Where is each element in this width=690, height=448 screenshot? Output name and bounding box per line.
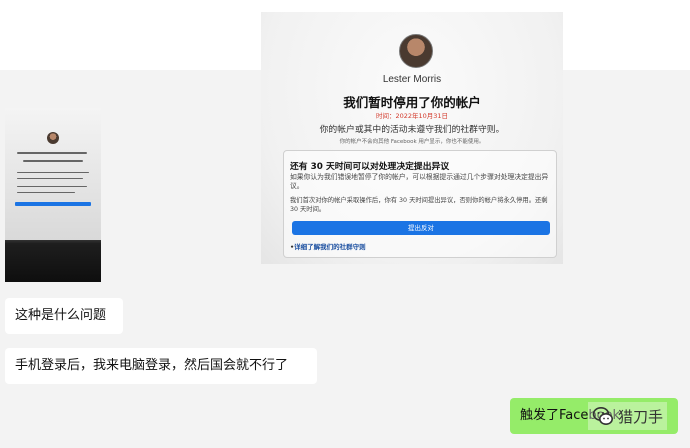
appeal-paragraph-1: 如果你认为我们错误地暂停了你的帐户，可以根据提示通过几个步骤对处理决定提出异议。 — [290, 173, 549, 190]
appeal-title: 还有 30 天时间可以对处理决定提出异议 — [290, 162, 450, 172]
suspension-date: 时间：2022年10月31日 — [375, 112, 449, 120]
suspension-heading: 我们暂时停用了你的帐户 — [343, 95, 481, 110]
thumbnail-appeal-button — [15, 202, 91, 206]
message-text: 这种是什么问题 — [15, 308, 107, 323]
appeal-button: 提出反对 — [292, 221, 550, 235]
thumbnail-text-line — [17, 152, 87, 154]
message-bubble[interactable]: 手机登录后，我来电脑登录，然后国会就不行了 — [5, 348, 317, 384]
watermark-text: 猎刀手 — [618, 407, 664, 426]
screenshot-photo[interactable]: Lester Morris 我们暂时停用了你的帐户 时间：2022年10月31日… — [261, 12, 563, 264]
thumbnail-text-line — [17, 172, 89, 173]
thumbnail-text-line — [23, 160, 83, 162]
thumbnail-text-line — [17, 192, 75, 193]
message-bubble[interactable]: 这种是什么问题 — [5, 298, 123, 334]
photo-screen: Lester Morris 我们暂时停用了你的帐户 时间：2022年10月31日… — [261, 12, 563, 264]
thumbnail-photo[interactable] — [5, 108, 101, 282]
learn-more-link: •详细了解我们的社群守则 — [290, 241, 366, 251]
profile-name: Lester Morris — [382, 74, 442, 85]
thumbnail-text-line — [17, 186, 87, 187]
thumbnail-text-line — [17, 178, 83, 179]
suspension-subtitle: 你的帐户或其中的活动未遵守我们的社群守则。 — [319, 125, 505, 135]
appeal-paragraph-2: 我们首次对你的帐户采取操作后，你有 30 天时间提出异议，否则你的帐户将永久停用… — [290, 197, 548, 213]
appeal-box: 还有 30 天时间可以对处理决定提出异议 如果你认为我们错误地暂停了你的帐户，可… — [283, 150, 557, 258]
thumbnail-screen — [5, 108, 101, 240]
thumbnail-avatar — [47, 132, 59, 144]
learn-more-label: 详细了解我们的社群守则 — [294, 243, 366, 251]
wechat-icon — [592, 407, 613, 425]
message-text: 手机登录后，我来电脑登录，然后国会就不行了 — [15, 358, 289, 373]
profile-avatar — [399, 34, 433, 68]
suspension-subtitle-small: 你的帐户不会向其他 Facebook 用户显示，你也不能使用。 — [339, 139, 485, 145]
watermark: 猎刀手 — [588, 402, 668, 430]
